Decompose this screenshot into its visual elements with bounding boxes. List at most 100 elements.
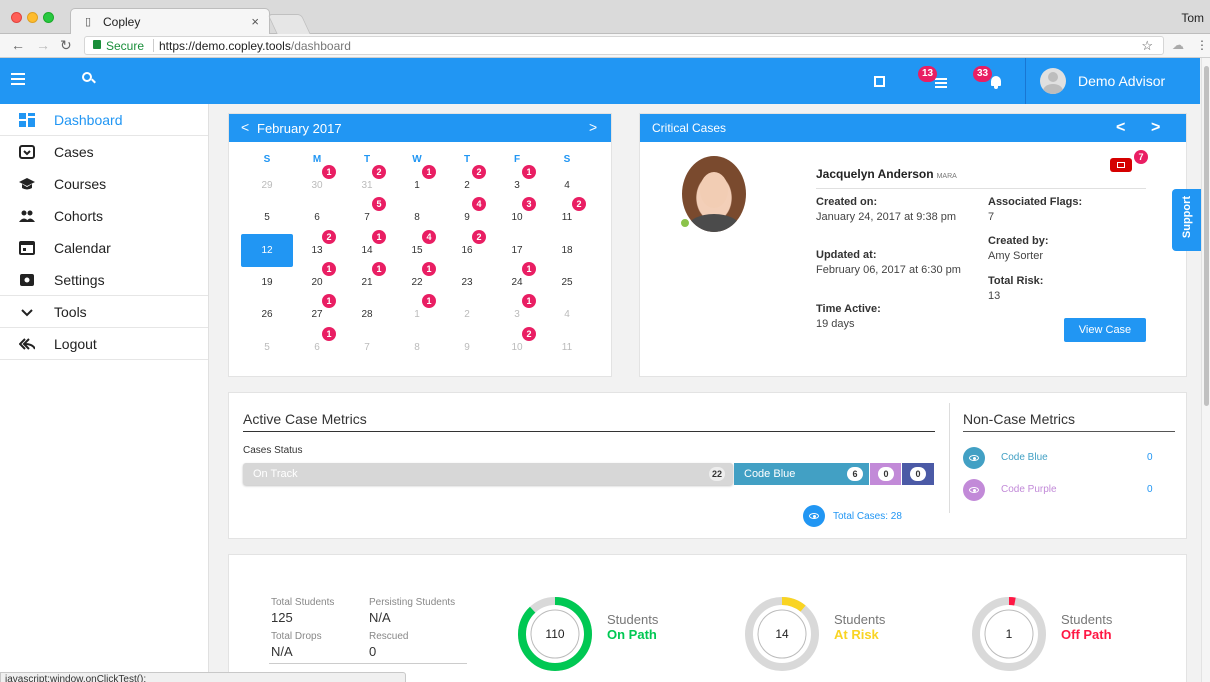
reload-icon[interactable]: ↻	[60, 37, 72, 54]
forward-icon[interactable]: →	[36, 37, 50, 53]
calendar-day[interactable]: 10	[497, 212, 537, 223]
calendar-case-badge[interactable]: 5	[372, 197, 386, 211]
calendar-day[interactable]: 29	[247, 180, 287, 191]
extension-icon[interactable]: ☁	[1172, 38, 1184, 52]
browser-profile-name[interactable]: Tom	[1181, 11, 1204, 25]
calendar-prev-icon[interactable]: <	[241, 119, 249, 135]
url-input[interactable]: Secure https://demo.copley.tools/dashboa…	[84, 36, 1164, 55]
calendar-day[interactable]: 8	[397, 342, 437, 353]
page-scrollbar[interactable]	[1201, 58, 1210, 682]
calendar-day[interactable]: 30	[297, 180, 337, 191]
close-window-button[interactable]	[11, 12, 22, 23]
calendar-day[interactable]: 3	[497, 180, 537, 191]
calendar-case-badge[interactable]: 1	[422, 262, 436, 276]
calendar-day[interactable]: 20	[297, 277, 337, 288]
total-cases-eye-icon[interactable]	[803, 505, 825, 527]
task-list-icon[interactable]	[935, 78, 947, 88]
calendar-day[interactable]: 1	[397, 309, 437, 320]
code-blue-segment[interactable]: Code Blue 6	[734, 463, 869, 485]
sidebar-item-settings[interactable]: Settings	[0, 264, 208, 296]
calendar-day[interactable]: 5	[247, 342, 287, 353]
calendar-day[interactable]: 1	[397, 180, 437, 191]
fullscreen-icon[interactable]	[874, 76, 885, 87]
calendar-case-badge[interactable]: 1	[522, 294, 536, 308]
menu-icon[interactable]	[11, 73, 25, 85]
calendar-day[interactable]: 16	[447, 245, 487, 256]
calendar-case-badge[interactable]: 1	[422, 294, 436, 308]
calendar-day[interactable]: 3	[497, 309, 537, 320]
critical-prev-icon[interactable]: <	[1116, 119, 1125, 137]
code-purple-segment[interactable]: 0	[870, 463, 901, 485]
calendar-day[interactable]: 9	[447, 212, 487, 223]
sidebar-item-logout[interactable]: Logout	[0, 328, 208, 360]
calendar-day[interactable]: 6	[297, 342, 337, 353]
minimize-window-button[interactable]	[27, 12, 38, 23]
calendar-day[interactable]: 18	[547, 245, 587, 256]
sidebar-item-dashboard[interactable]: Dashboard	[0, 104, 208, 136]
critical-next-icon[interactable]: >	[1151, 119, 1160, 137]
calendar-day[interactable]: 25	[547, 277, 587, 288]
non-case-metric-label[interactable]: Code Blue	[1001, 452, 1048, 463]
calendar-day[interactable]: 13	[297, 245, 337, 256]
new-tab-button[interactable]	[267, 14, 311, 34]
back-icon[interactable]: ←	[11, 37, 25, 53]
calendar-day[interactable]: 9	[447, 342, 487, 353]
calendar-day[interactable]: 21	[347, 277, 387, 288]
calendar-day[interactable]: 10	[497, 342, 537, 353]
non-case-metric-label[interactable]: Code Purple	[1001, 484, 1057, 495]
calendar-day[interactable]: 24	[497, 277, 537, 288]
maximize-window-button[interactable]	[43, 12, 54, 23]
calendar-day[interactable]: 7	[347, 342, 387, 353]
calendar-day[interactable]: 6	[297, 212, 337, 223]
calendar-case-badge[interactable]: 1	[372, 262, 386, 276]
view-case-button[interactable]: View Case	[1064, 318, 1146, 342]
search-icon[interactable]	[82, 72, 96, 85]
calendar-case-badge[interactable]: 1	[522, 262, 536, 276]
calendar-day[interactable]: 27	[297, 309, 337, 320]
calendar-day[interactable]: 4	[547, 180, 587, 191]
calendar-day[interactable]: 15	[397, 245, 437, 256]
calendar-day[interactable]: 2	[447, 309, 487, 320]
eye-icon[interactable]	[963, 479, 985, 501]
support-tab[interactable]: Support	[1172, 189, 1202, 251]
close-tab-icon[interactable]: ×	[251, 14, 259, 29]
calendar-day[interactable]: 22	[397, 277, 437, 288]
calendar-case-badge[interactable]: 2	[372, 165, 386, 179]
calendar-case-badge[interactable]: 1	[522, 165, 536, 179]
sidebar-item-courses[interactable]: Courses	[0, 168, 208, 200]
calendar-day[interactable]: 4	[547, 309, 587, 320]
sidebar-item-cohorts[interactable]: Cohorts	[0, 200, 208, 232]
calendar-case-badge[interactable]: 2	[472, 230, 486, 244]
calendar-case-badge[interactable]: 1	[322, 294, 336, 308]
sidebar-item-tools[interactable]: Tools	[0, 296, 208, 328]
bookmark-star-icon[interactable]: ☆	[1141, 38, 1153, 54]
calendar-case-badge[interactable]: 1	[322, 165, 336, 179]
calendar-day[interactable]: 11	[547, 342, 587, 353]
on-track-segment[interactable]: On Track 22	[243, 463, 733, 485]
calendar-case-badge[interactable]: 4	[472, 197, 486, 211]
code-indigo-segment[interactable]: 0	[902, 463, 934, 485]
calendar-case-badge[interactable]: 1	[322, 262, 336, 276]
calendar-case-badge[interactable]: 1	[322, 327, 336, 341]
calendar-case-badge[interactable]: 2	[522, 327, 536, 341]
notification-bell-icon[interactable]	[990, 76, 1002, 89]
calendar-next-icon[interactable]: >	[589, 119, 597, 135]
calendar-case-badge[interactable]: 2	[572, 197, 586, 211]
calendar-day[interactable]: 11	[547, 212, 587, 223]
calendar-case-badge[interactable]: 2	[322, 230, 336, 244]
calendar-day[interactable]: 17	[497, 245, 537, 256]
calendar-day[interactable]: 2	[447, 180, 487, 191]
calendar-day[interactable]: 23	[447, 277, 487, 288]
calendar-day[interactable]: 19	[247, 277, 287, 288]
calendar-day[interactable]: 31	[347, 180, 387, 191]
calendar-case-badge[interactable]: 1	[372, 230, 386, 244]
user-avatar[interactable]	[1040, 68, 1066, 94]
user-name[interactable]: Demo Advisor	[1078, 73, 1165, 89]
calendar-day[interactable]: 7	[347, 212, 387, 223]
flag-icon[interactable]	[1110, 158, 1132, 172]
calendar-case-badge[interactable]: 3	[522, 197, 536, 211]
browser-menu-icon[interactable]: ⋮	[1196, 38, 1208, 52]
calendar-day[interactable]: 28	[347, 309, 387, 320]
sidebar-item-cases[interactable]: Cases	[0, 136, 208, 168]
calendar-case-badge[interactable]: 4	[422, 230, 436, 244]
